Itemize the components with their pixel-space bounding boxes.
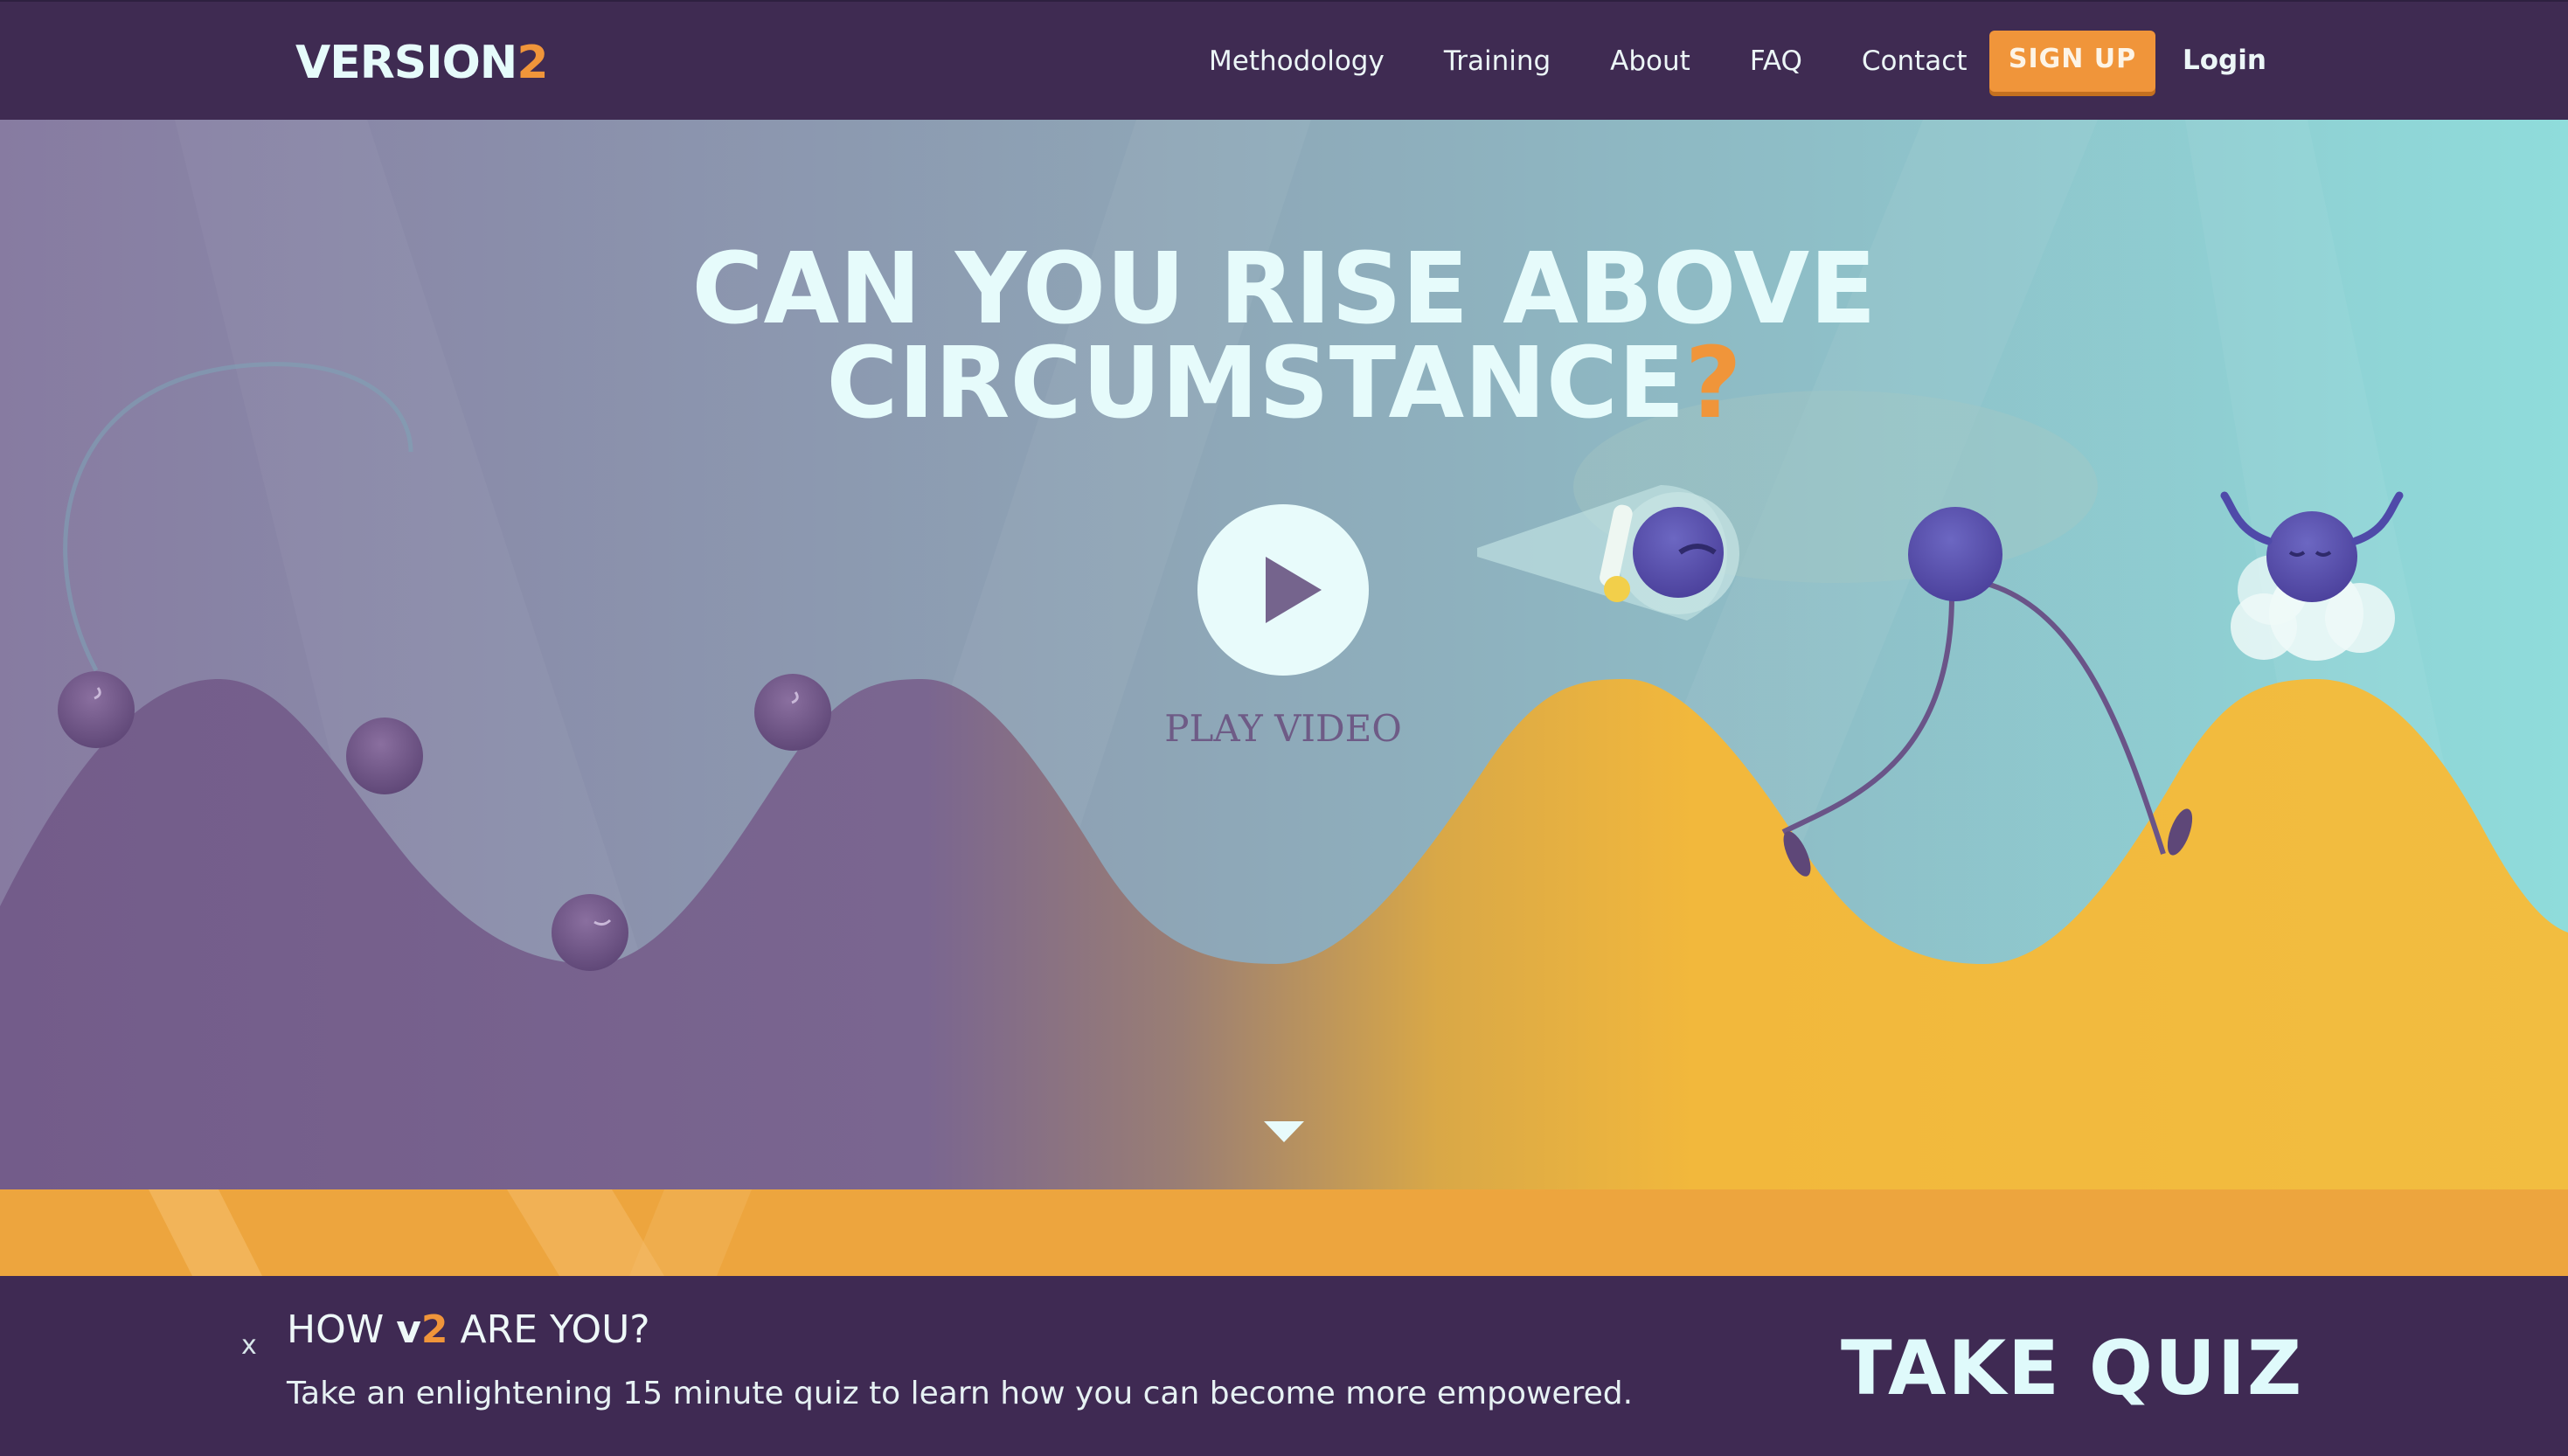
- hero-headline-line1: CAN YOU RISE ABOVE: [691, 232, 1877, 346]
- logo-number: 2: [517, 37, 548, 89]
- quiz-title-v: v: [396, 1307, 421, 1352]
- nav-link-about[interactable]: About: [1610, 45, 1690, 77]
- hero-headline-text: CIRCUMSTANCE: [826, 327, 1685, 440]
- close-icon[interactable]: x: [241, 1330, 257, 1361]
- quiz-description: Take an enlightening 15 minute quiz to l…: [287, 1376, 1634, 1411]
- chevron-down-icon[interactable]: [1264, 1121, 1304, 1144]
- ball-4: [754, 674, 831, 751]
- ball-3: [552, 894, 628, 971]
- play-icon[interactable]: [1197, 504, 1369, 676]
- login-link[interactable]: Login: [2183, 41, 2266, 80]
- hero-question-mark: ?: [1684, 327, 1742, 440]
- hero-section: CAN YOU RISE ABOVE CIRCUMSTANCE? PLAY VI…: [0, 120, 2568, 1189]
- take-quiz-button[interactable]: TAKE QUIZ: [1841, 1325, 2303, 1412]
- nav-link-faq[interactable]: FAQ: [1750, 45, 1802, 77]
- quiz-title-2: 2: [420, 1307, 448, 1352]
- accent-band: [0, 1189, 2568, 1276]
- ball-1: [58, 671, 135, 748]
- signup-button[interactable]: SIGN UP: [1989, 31, 2155, 92]
- nav-links: Methodology Training About FAQ Contact: [1209, 38, 2027, 84]
- nav-link-contact[interactable]: Contact: [1862, 45, 1968, 77]
- ball-2: [346, 718, 423, 794]
- quiz-title: HOW v2 ARE YOU?: [287, 1307, 650, 1352]
- nav-link-training[interactable]: Training: [1444, 45, 1551, 77]
- logo-text: VERSION: [295, 37, 517, 89]
- top-navbar: VERSION2 Methodology Training About FAQ …: [0, 0, 2568, 120]
- quiz-banner: x HOW v2 ARE YOU? Take an enlightening 1…: [0, 1276, 2568, 1456]
- hero-headline-line2: CIRCUMSTANCE?: [0, 335, 2568, 433]
- quiz-title-prefix: HOW: [287, 1307, 397, 1352]
- quiz-title-suffix: ARE YOU?: [448, 1307, 650, 1352]
- nav-link-methodology[interactable]: Methodology: [1209, 45, 1385, 77]
- play-video-label[interactable]: PLAY VIDEO: [1108, 707, 1458, 750]
- site-logo[interactable]: VERSION2: [295, 35, 549, 91]
